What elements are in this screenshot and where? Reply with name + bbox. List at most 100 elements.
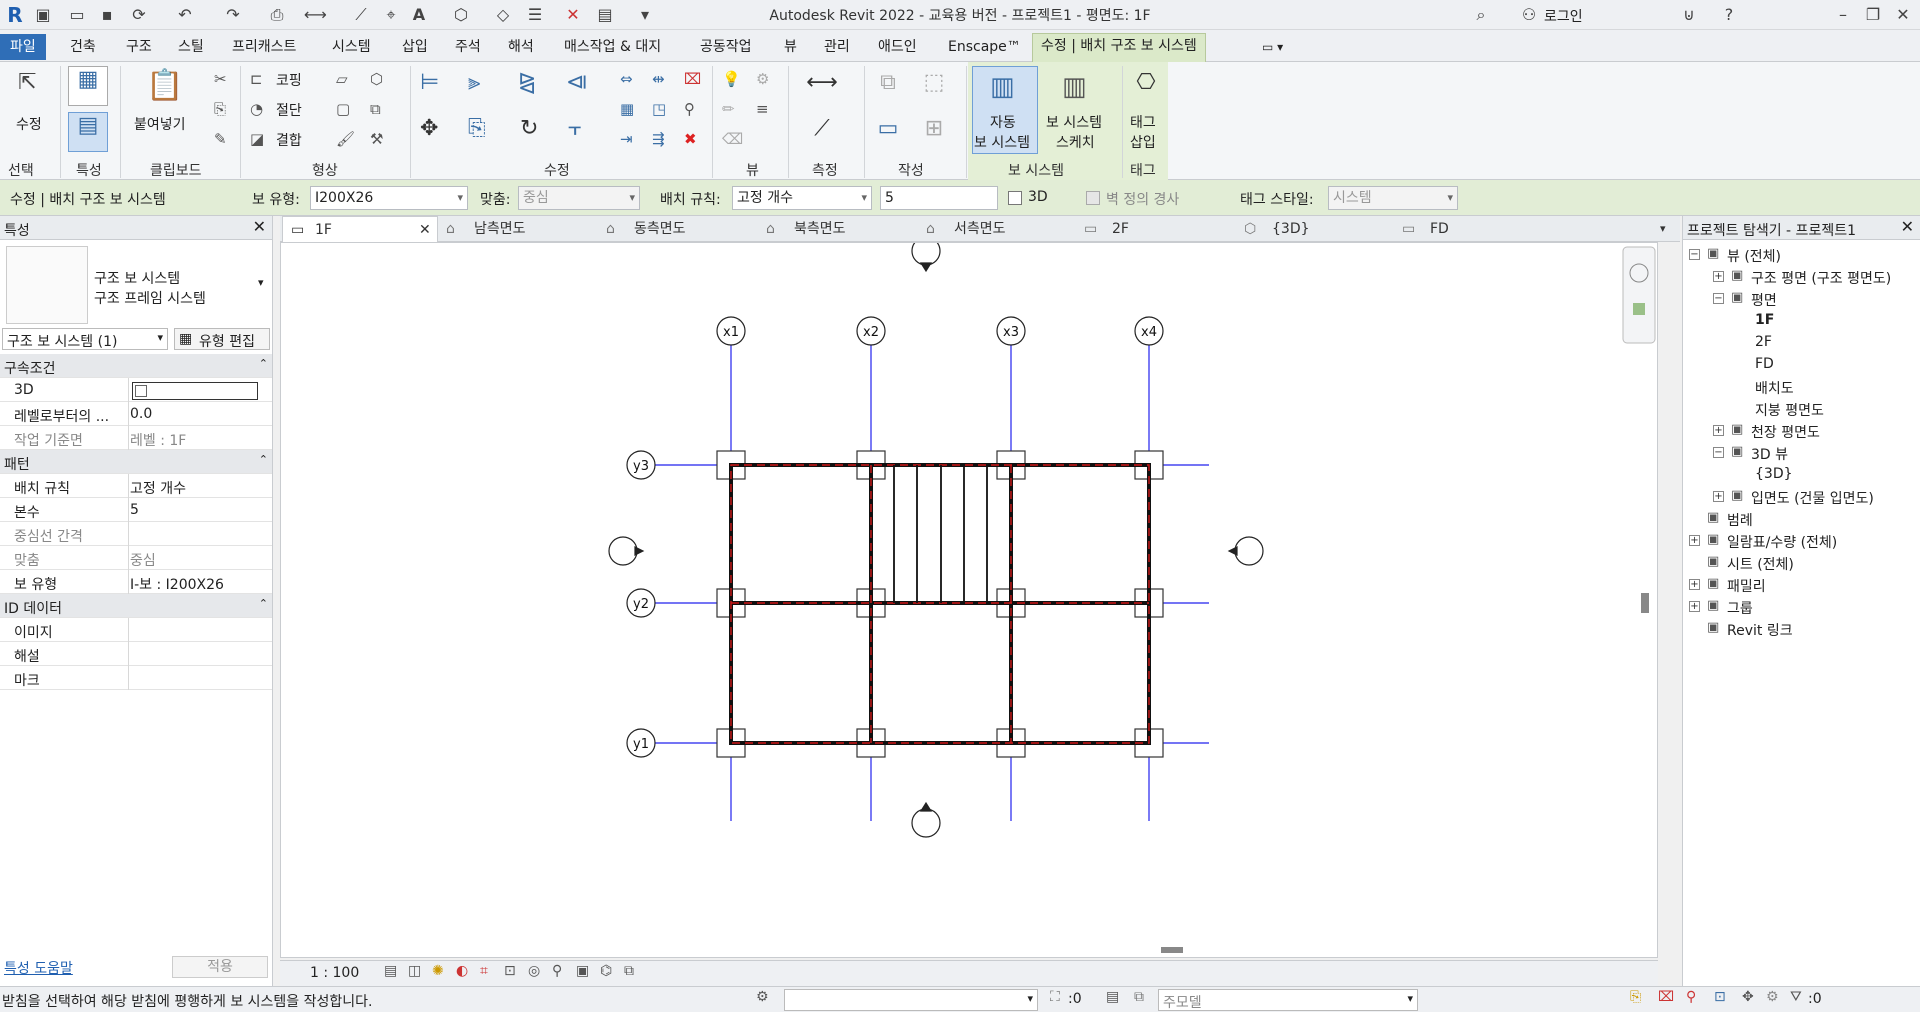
- sketch-beam-system-icon[interactable]: ▥: [1062, 72, 1087, 102]
- editable-only-icon[interactable]: ⛶: [1050, 989, 1060, 1005]
- tab-analyze[interactable]: 해석: [508, 35, 534, 59]
- tab-collaborate[interactable]: 공동작업: [700, 35, 752, 59]
- tag-on-placement-icon[interactable]: ⎔: [1128, 70, 1164, 95]
- 3d-prop-checkbox[interactable]: [135, 385, 147, 397]
- expand-icon[interactable]: +: [1689, 601, 1700, 612]
- copy-element-icon[interactable]: ⎘: [468, 116, 486, 141]
- match-icon[interactable]: ✎: [214, 130, 227, 148]
- worksharing-icon[interactable]: ⚙: [756, 989, 769, 1005]
- tag-style-dropdown[interactable]: 시스템 ▾: [1328, 186, 1458, 210]
- create-assembly-icon[interactable]: ⧉: [870, 70, 906, 95]
- cut-geometry-button[interactable]: 절단: [276, 100, 302, 120]
- browser-node[interactable]: − ▣ 뷰 (전체): [1683, 244, 1919, 266]
- create-parts-icon[interactable]: ⬚: [916, 70, 952, 95]
- apply-button[interactable]: 적용: [172, 956, 268, 978]
- split-gap-icon[interactable]: ⇹: [652, 70, 665, 88]
- pin-icon[interactable]: ⚲: [684, 100, 695, 118]
- login-link[interactable]: 로그인: [1544, 6, 1583, 26]
- view-tab-fd[interactable]: ▭ FD: [1402, 216, 1558, 242]
- layout-rule-dropdown[interactable]: 고정 개수 ▾: [732, 186, 872, 210]
- expand-icon[interactable]: +: [1713, 425, 1724, 436]
- browser-node[interactable]: − ▣ 평면: [1683, 288, 1919, 310]
- offset-icon[interactable]: ⫸: [468, 70, 480, 95]
- tab-precast[interactable]: 프리캐스트: [232, 35, 296, 59]
- view-scale[interactable]: 1 : 100: [310, 965, 359, 981]
- browser-node[interactable]: + ▣ 구조 평면 (구조 평면도): [1683, 266, 1919, 288]
- delete-icon[interactable]: ✖: [684, 130, 697, 148]
- sketch-label-2[interactable]: 스케치: [1056, 132, 1095, 152]
- cut-geometry-icon[interactable]: ◔: [250, 100, 263, 118]
- tab-insert[interactable]: 삽입: [402, 35, 428, 59]
- minimize-icon[interactable]: –: [1832, 4, 1854, 26]
- tab-architecture[interactable]: 건축: [70, 35, 96, 59]
- align-icon[interactable]: ⊨: [420, 70, 439, 95]
- options-icon[interactable]: ⧉: [1134, 989, 1144, 1005]
- temp-props-icon[interactable]: ▣: [576, 963, 589, 979]
- hide-isolate-icon[interactable]: ◎: [528, 963, 540, 979]
- prop-value[interactable]: I-보 : I200X26: [130, 574, 224, 594]
- geom-tool-2-icon[interactable]: ⬡: [370, 70, 383, 88]
- prop-value[interactable]: 5: [130, 502, 139, 518]
- view-tab-south[interactable]: ⌂ 남측면도: [446, 216, 602, 242]
- thin-line-icon[interactable]: ≡: [756, 100, 769, 118]
- cut-clip-icon[interactable]: ✂: [214, 70, 227, 88]
- 3d-checkbox[interactable]: [1008, 191, 1022, 205]
- close-icon[interactable]: ✕: [1901, 217, 1914, 236]
- browser-node[interactable]: + ▣ 입면도 (건물 입면도): [1683, 486, 1919, 508]
- browser-node[interactable]: 배치도: [1683, 376, 1919, 398]
- browser-node[interactable]: 1F: [1683, 310, 1919, 332]
- tab-file[interactable]: 파일: [0, 34, 46, 60]
- collapse-icon[interactable]: −: [1713, 447, 1724, 458]
- create-similar-icon[interactable]: ⊞: [916, 116, 952, 141]
- geom-tool-1-icon[interactable]: ▱: [336, 70, 348, 88]
- browser-node[interactable]: FD: [1683, 354, 1919, 376]
- view-tab-1f[interactable]: ▭ 1F ✕: [282, 216, 438, 242]
- hammer-icon[interactable]: ⚒: [370, 130, 383, 148]
- background-process-icon[interactable]: ⚙: [1766, 989, 1779, 1005]
- view-tab-3d[interactable]: ⬡ {3D}: [1244, 216, 1400, 242]
- view-tab-west[interactable]: ⌂ 서측면도: [926, 216, 1082, 242]
- tab-addins[interactable]: 애드인: [878, 35, 917, 59]
- beam-type-dropdown[interactable]: I200X26 ▾: [310, 186, 468, 210]
- edit-type-button[interactable]: ▦ 유형 편집: [174, 328, 270, 350]
- tab-manage[interactable]: 관리: [824, 35, 850, 59]
- sun-path-icon[interactable]: ✺: [432, 963, 444, 979]
- view-tab-east[interactable]: ⌂ 동측면도: [606, 216, 762, 242]
- eraser-icon[interactable]: ⌫: [722, 130, 743, 148]
- create-group-icon[interactable]: ▭: [870, 116, 906, 141]
- tag-label-2[interactable]: 삽입: [1130, 132, 1156, 152]
- section-header-identity[interactable]: ID 데이터 ⌃: [0, 594, 272, 618]
- tab-systems[interactable]: 시스템: [332, 35, 371, 59]
- tab-list-chevron-icon[interactable]: ▾: [1660, 216, 1666, 242]
- view-tab-2f[interactable]: ▭ 2F: [1084, 216, 1240, 242]
- tab-annotate[interactable]: 주석: [455, 35, 481, 59]
- section-header-pattern[interactable]: 패턴 ⌃: [0, 450, 272, 474]
- design-options-icon[interactable]: ▤: [1106, 989, 1119, 1005]
- browser-node[interactable]: − ▣ 3D 뷰: [1683, 442, 1919, 464]
- reveal-hidden-icon[interactable]: ⚲: [552, 963, 562, 979]
- panel-toggle-icon[interactable]: ▭ ▾: [1262, 35, 1283, 59]
- prop-value[interactable]: 고정 개수: [130, 478, 186, 498]
- select-links-icon[interactable]: ⎘: [1630, 989, 1641, 1005]
- select-pinned-icon[interactable]: ⚲: [1686, 989, 1696, 1005]
- type-selector-chevron-icon[interactable]: ▾: [258, 276, 264, 289]
- geom-tool-3-icon[interactable]: ▢: [336, 100, 350, 118]
- geom-tool-4-icon[interactable]: ⧉: [370, 100, 381, 118]
- move-icon[interactable]: ✥: [420, 116, 438, 141]
- extend-icon[interactable]: ⇥: [620, 130, 633, 148]
- visual-style-icon[interactable]: ◫: [408, 963, 421, 979]
- tab-massing[interactable]: 매스작업 & 대지: [564, 35, 661, 59]
- workset-dropdown[interactable]: ▾: [784, 989, 1038, 1011]
- collapse-icon[interactable]: −: [1713, 293, 1724, 304]
- join-icon[interactable]: ◪: [250, 130, 264, 148]
- search-icon[interactable]: ⌕: [1470, 4, 1492, 26]
- expand-icon[interactable]: +: [1689, 579, 1700, 590]
- browser-node[interactable]: + ▣ 천장 평면도: [1683, 420, 1919, 442]
- browser-node[interactable]: ▣ 시트 (전체): [1683, 552, 1919, 574]
- design-option-dropdown[interactable]: 주모델 ▾: [1158, 989, 1418, 1011]
- trim-icon[interactable]: ⫟: [568, 116, 581, 141]
- tab-enscape[interactable]: Enscape™: [948, 35, 1021, 59]
- modify-button[interactable]: 수정: [16, 114, 42, 134]
- browser-node[interactable]: 2F: [1683, 332, 1919, 354]
- detail-level-icon[interactable]: ▤: [384, 963, 397, 979]
